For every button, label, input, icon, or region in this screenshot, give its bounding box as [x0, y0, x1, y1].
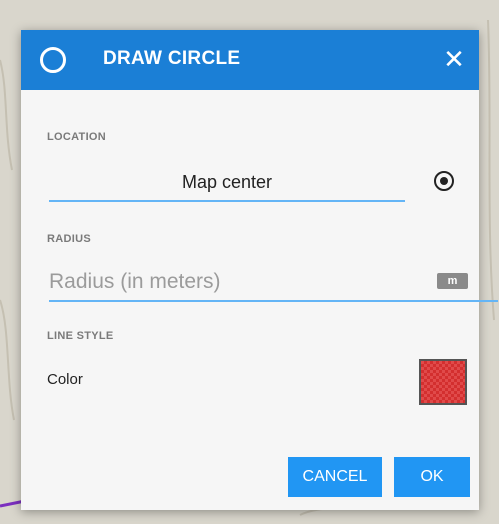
- color-swatch-fill: [421, 361, 465, 403]
- location-section-label: LOCATION: [47, 131, 107, 143]
- color-swatch[interactable]: [419, 359, 467, 405]
- draw-circle-dialog: DRAW CIRCLE ✕ LOCATION Map center RADIUS…: [21, 30, 498, 510]
- line-style-section-label: LINE STYLE: [47, 330, 114, 342]
- target-location-icon[interactable]: [434, 171, 454, 191]
- location-field[interactable]: Map center: [49, 170, 405, 202]
- unit-badge: m: [437, 273, 468, 289]
- color-label: Color: [47, 371, 83, 388]
- radius-section-label: RADIUS: [47, 233, 91, 245]
- radius-field[interactable]: [49, 268, 498, 302]
- dialog-header: DRAW CIRCLE ✕: [21, 30, 479, 90]
- radius-input[interactable]: [49, 268, 429, 296]
- close-icon[interactable]: ✕: [439, 44, 469, 74]
- dialog-title: DRAW CIRCLE: [103, 48, 241, 69]
- circle-outline-icon: [40, 47, 66, 73]
- ok-button[interactable]: OK: [394, 457, 470, 497]
- cancel-button[interactable]: CANCEL: [288, 457, 382, 497]
